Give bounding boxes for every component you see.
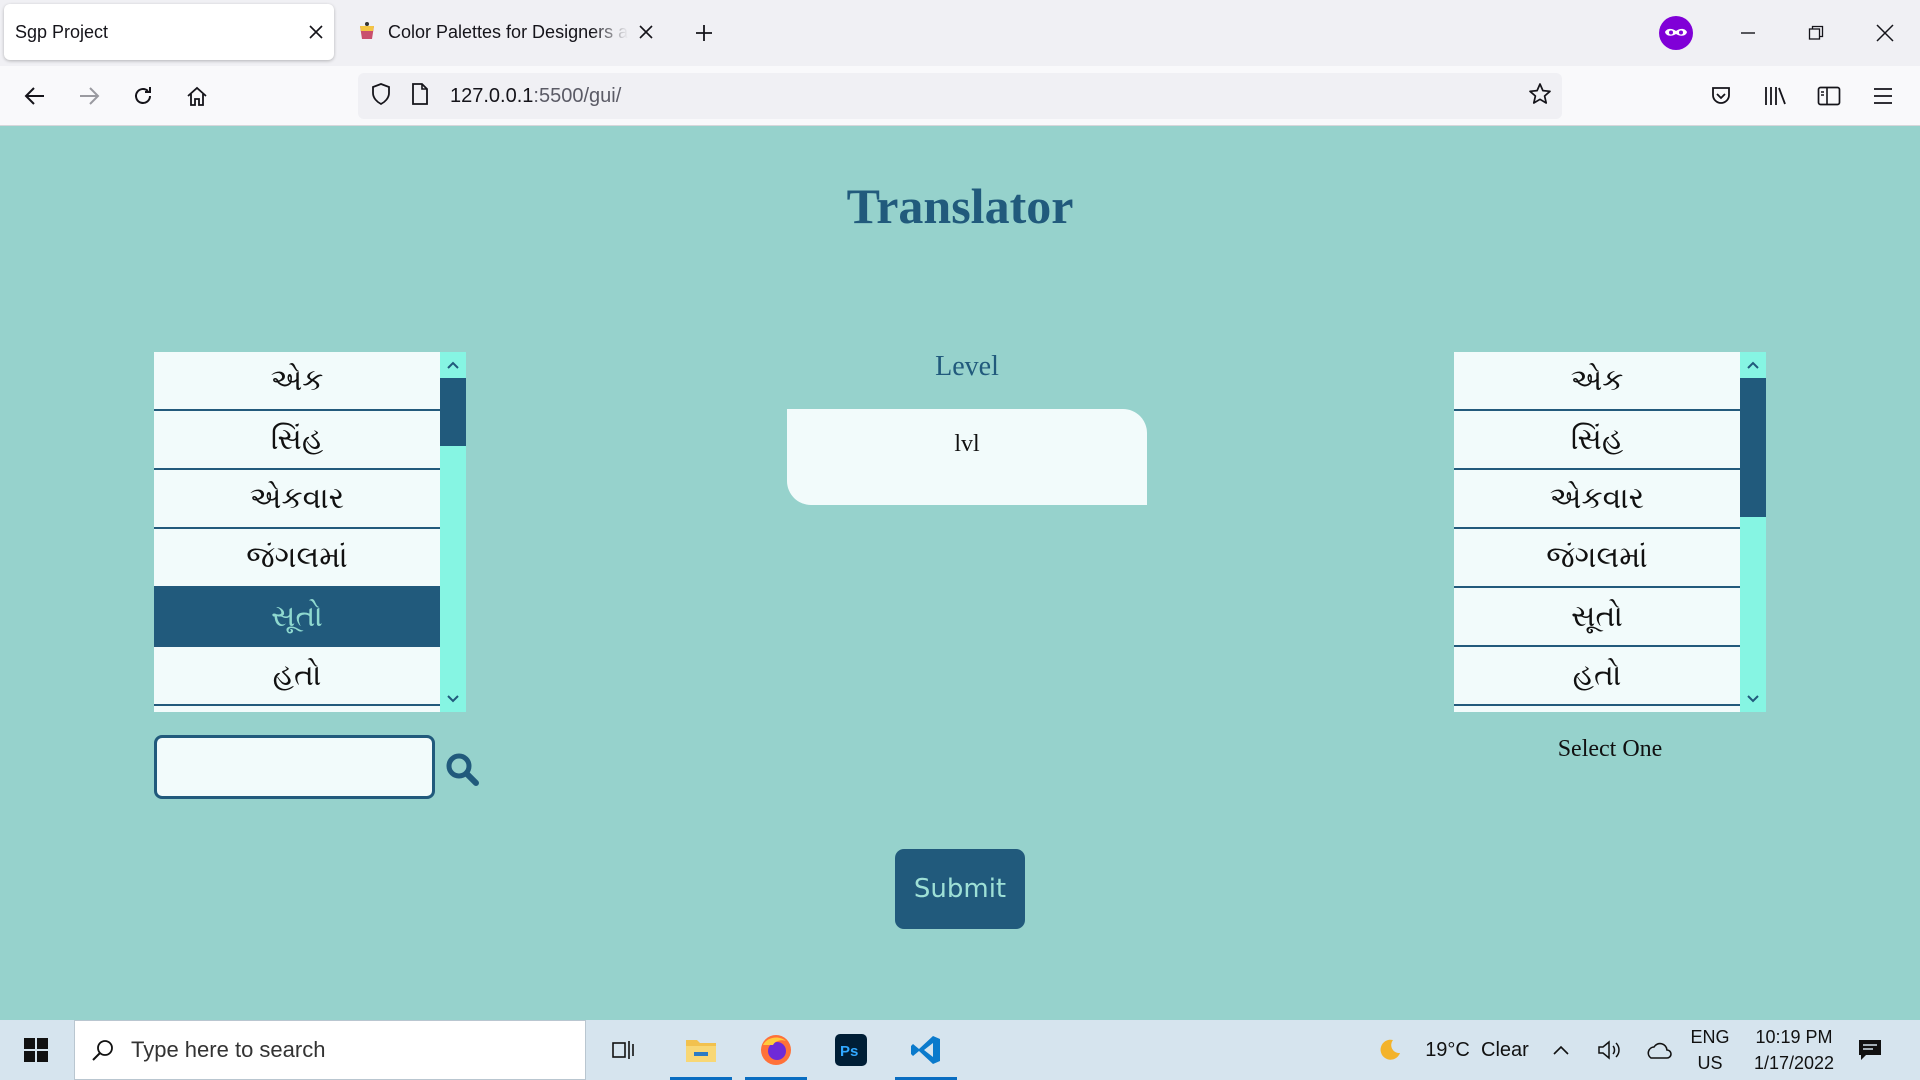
chevron-up-icon[interactable] <box>1546 1020 1576 1080</box>
list-item[interactable]: એક <box>1454 352 1740 411</box>
clock-time: 10:19 PM <box>1755 1027 1833 1047</box>
scroll-up-arrow-icon[interactable] <box>440 352 466 378</box>
browser-nav-bar: 127.0.0.1:5500/gui/ <box>0 66 1920 126</box>
target-list-scrollbar[interactable] <box>1740 352 1766 712</box>
weather-condition: Clear <box>1481 1038 1529 1061</box>
source-word-list[interactable]: એક સિંહ એકવાર જંગલમાં સૂતો હતો <box>154 352 466 712</box>
minimize-button[interactable] <box>1725 10 1771 56</box>
select-one-caption: Select One <box>1557 736 1663 762</box>
close-tab-icon[interactable] <box>298 14 334 50</box>
windows-start-icon[interactable] <box>0 1020 72 1080</box>
taskbar-clock[interactable]: 10:19 PM 1/17/2022 <box>1742 1020 1846 1080</box>
source-word-items: એક સિંહ એકવાર જંગલમાં સૂતો હતો <box>154 352 440 706</box>
sidebar-icon[interactable] <box>1809 76 1849 116</box>
tab-color-palettes[interactable]: Color Palettes for Designers and Artists <box>344 4 664 60</box>
language-code: ENG <box>1690 1027 1730 1047</box>
url-bar[interactable]: 127.0.0.1:5500/gui/ <box>358 73 1562 119</box>
list-item[interactable]: હતો <box>1454 647 1740 706</box>
private-browsing-icon <box>1653 10 1699 56</box>
url-text: 127.0.0.1:5500/gui/ <box>450 84 622 107</box>
onedrive-cloud-icon[interactable] <box>1640 1020 1676 1080</box>
speaker-icon[interactable] <box>1592 1020 1628 1080</box>
clock-date: 1/17/2022 <box>1753 1053 1835 1073</box>
region-code: US <box>1697 1053 1723 1073</box>
notification-icon[interactable] <box>1852 1020 1888 1080</box>
level-box: lvl <box>787 409 1147 505</box>
scroll-up-arrow-icon[interactable] <box>1740 352 1766 378</box>
list-item[interactable]: હતો <box>154 647 440 706</box>
level-value: lvl <box>954 430 980 457</box>
weather-temp: 19°C <box>1425 1038 1470 1061</box>
cup-favicon-icon <box>354 19 380 45</box>
scroll-thumb[interactable] <box>1740 378 1766 517</box>
weather-status[interactable]: 19°C Clear <box>1412 1020 1542 1080</box>
moon-weather-icon[interactable] <box>1372 1020 1408 1080</box>
taskbar-search-box[interactable]: Type here to search <box>74 1020 586 1080</box>
list-item[interactable]: સૂતો <box>154 588 440 647</box>
target-word-list[interactable]: એક સિંહ એકવાર જંગલમાં સૂતો હતો <box>1454 352 1766 712</box>
list-item[interactable]: એકવાર <box>1454 470 1740 529</box>
search-input[interactable] <box>154 735 435 799</box>
windows-taskbar: Type here to search Ps 19°C Clear ENG US… <box>0 1020 1920 1080</box>
scroll-down-arrow-icon[interactable] <box>1740 686 1766 712</box>
source-list-scrollbar[interactable] <box>440 352 466 712</box>
page-title: Translator <box>846 178 1074 234</box>
shield-icon[interactable] <box>370 82 392 111</box>
task-view-icon[interactable] <box>592 1020 654 1080</box>
restore-button[interactable] <box>1793 10 1839 56</box>
list-item[interactable]: એકવાર <box>154 470 440 529</box>
scroll-down-arrow-icon[interactable] <box>440 686 466 712</box>
list-item[interactable]: એક <box>154 352 440 411</box>
reload-icon[interactable] <box>123 76 163 116</box>
close-window-button[interactable] <box>1862 10 1908 56</box>
list-item[interactable]: સિંહ <box>1454 411 1740 470</box>
menu-hamburger-icon[interactable] <box>1863 76 1903 116</box>
vscode-icon[interactable] <box>895 1020 957 1080</box>
list-item[interactable]: જંગલમાં <box>1454 529 1740 588</box>
pocket-icon[interactable] <box>1701 76 1741 116</box>
search-icon[interactable] <box>444 751 480 787</box>
forward-arrow-icon[interactable] <box>69 76 109 116</box>
taskbar-search-placeholder: Type here to search <box>131 1037 326 1062</box>
tab-title: Sgp Project <box>15 21 109 42</box>
home-icon[interactable] <box>177 76 217 116</box>
tab-sgp-project[interactable]: Sgp Project <box>4 4 334 60</box>
browser-tab-bar: Sgp Project Color Palettes for Designers… <box>0 0 1920 66</box>
list-item[interactable]: જંગલમાં <box>154 529 440 588</box>
photoshop-icon[interactable]: Ps <box>820 1020 882 1080</box>
tab-title: Color Palettes for Designers and Artists <box>388 21 628 42</box>
page-info-icon[interactable] <box>410 82 430 110</box>
list-item[interactable]: સિંહ <box>154 411 440 470</box>
language-indicator[interactable]: ENG US <box>1682 1020 1738 1080</box>
list-item[interactable]: સૂતો <box>1454 588 1740 647</box>
back-arrow-icon[interactable] <box>15 76 55 116</box>
new-tab-button[interactable] <box>686 15 722 51</box>
level-label: Level <box>935 351 999 382</box>
svg-text:Ps: Ps <box>840 1043 858 1060</box>
bookmark-star-icon[interactable] <box>1528 82 1552 111</box>
library-icon[interactable] <box>1755 76 1795 116</box>
search-icon <box>91 1038 115 1062</box>
close-tab-icon[interactable] <box>628 14 664 50</box>
firefox-icon[interactable] <box>745 1020 807 1080</box>
submit-button[interactable]: Submit <box>895 849 1025 929</box>
target-word-items: એક સિંહ એકવાર જંગલમાં સૂતો હતો <box>1454 352 1740 706</box>
translator-page: Translator એક સિંહ એકવાર જંગલમાં સૂતો હત… <box>0 127 1920 1020</box>
scroll-thumb[interactable] <box>440 378 466 446</box>
file-explorer-icon[interactable] <box>670 1020 732 1080</box>
